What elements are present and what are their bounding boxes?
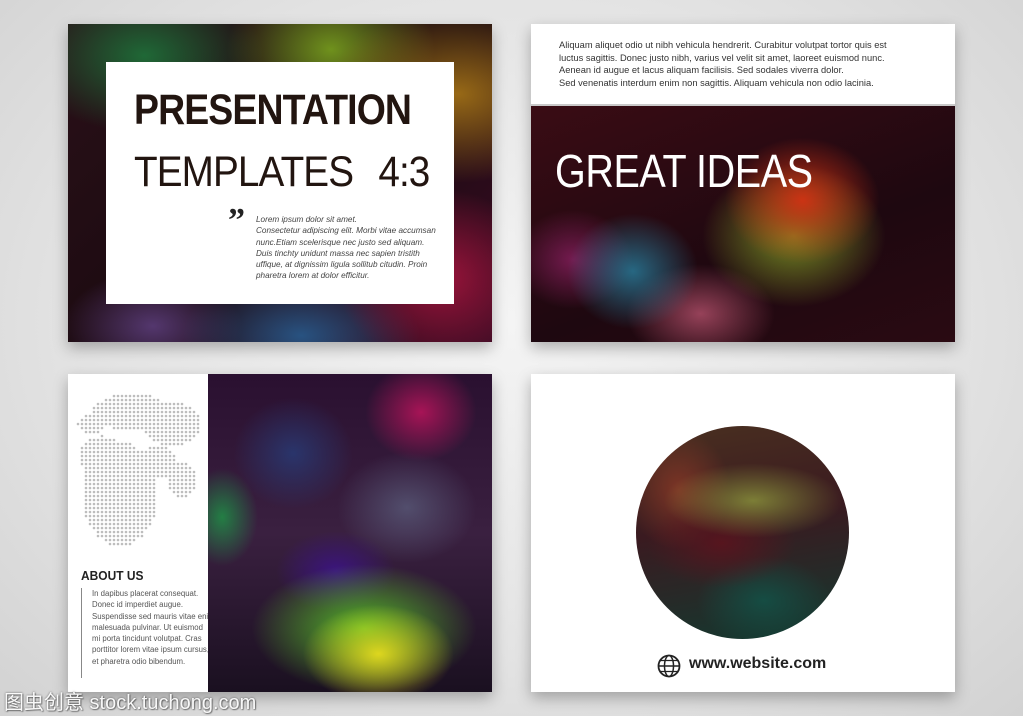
abstract-background xyxy=(208,374,492,692)
globe-icon xyxy=(657,654,681,678)
title-box: PRESENTATION TEMPLATES 4:3 ” Lorem ipsum … xyxy=(106,62,454,304)
watermark-text: 图虫创意 stock.tuchong.com xyxy=(4,692,257,714)
slide-about-us: ABOUT US In dapibus placerat consequat. … xyxy=(68,374,492,692)
about-line: porttitor lorem vitae ipsum cursus, xyxy=(92,645,209,655)
about-divider-line xyxy=(81,588,82,678)
slide-great-ideas: Aliquam aliquet odio ut nibh vehicula he… xyxy=(531,24,955,342)
about-line: et pharetra odio bibendum. xyxy=(92,656,186,666)
quote-line: uffique, at dignissim ligula sollitub ci… xyxy=(256,260,428,270)
header-line: Aliquam aliquet odio ut nibh vehicula he… xyxy=(559,40,887,50)
great-ideas-headline: GREAT IDEAS xyxy=(555,145,813,197)
about-line: Suspendisse sed mauris vitae enim xyxy=(92,611,215,621)
abstract-circle xyxy=(636,426,849,639)
slide-website: www.website.com xyxy=(531,374,955,692)
title-line-2: TEMPLATES 4:3 xyxy=(134,148,430,197)
about-panel: ABOUT US In dapibus placerat consequat. … xyxy=(68,374,215,692)
about-line: Donec id imperdiet augue. xyxy=(92,600,184,610)
header-line: luctus sagittis. Donec justo nibh, variu… xyxy=(559,52,885,63)
quote-line: Lorem ipsum dolor sit amet. xyxy=(256,215,358,224)
quote-line: pharetra lorem at dolor efficitur. xyxy=(256,271,370,281)
quote-line: Duis tinchty unidunt massa nec sapien tr… xyxy=(256,248,420,258)
about-us-heading: ABOUT US xyxy=(81,568,144,583)
header-line: Aenean id augue et lacus aliquam facilis… xyxy=(559,65,844,76)
slide-text-header: Aliquam aliquet odio ut nibh vehicula he… xyxy=(531,24,955,106)
header-line: Sed venenatis interdum enim non sagittis… xyxy=(559,77,874,88)
about-line: mi porta tincidunt volutpat. Cras xyxy=(92,634,202,644)
header-paragraph: Aliquam aliquet odio ut nibh vehicula he… xyxy=(559,39,939,89)
slide-presentation-title: PRESENTATION TEMPLATES 4:3 ” Lorem ipsum … xyxy=(68,24,492,342)
world-map-icon xyxy=(76,394,200,546)
abstract-background xyxy=(531,106,955,342)
quote-text: Lorem ipsum dolor sit amet. Consectetur … xyxy=(256,214,436,282)
about-line: malesuada pulvinar. Ut euismod xyxy=(92,622,203,632)
title-line-1: PRESENTATION xyxy=(134,86,412,134)
about-line: In dapibus placerat consequat. xyxy=(92,589,199,598)
title-ratio: 4:3 xyxy=(378,148,430,196)
quote-mark-icon: ” xyxy=(228,202,245,239)
quote-line: nunc.Etiam scelerisque nec justo sed ali… xyxy=(256,237,425,247)
about-us-text: In dapibus placerat consequat. Donec id … xyxy=(92,588,215,667)
title-templates: TEMPLATES xyxy=(134,148,354,196)
quote-line: Consectetur adipiscing elit. Morbi vitae… xyxy=(256,226,436,236)
website-link[interactable]: www.website.com xyxy=(689,655,826,673)
